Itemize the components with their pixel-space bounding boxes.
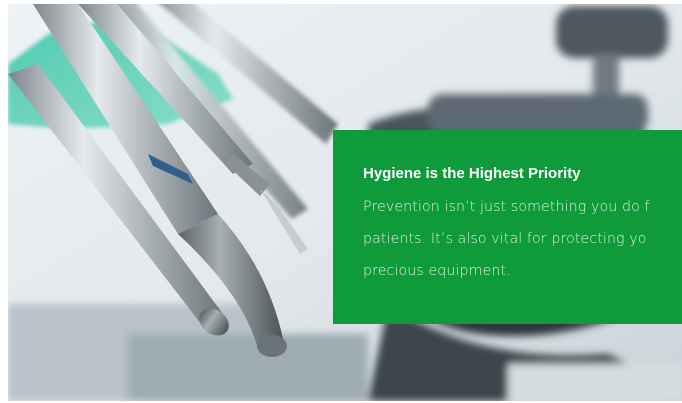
panel-body-line: Prevention isn’t just something you do f: [363, 199, 650, 215]
panel-body: Prevention isn’t just something you do f…: [363, 191, 682, 287]
page: Hygiene is the Highest Priority Preventi…: [0, 0, 682, 403]
panel-body-line: patients. It’s also vital for protecting…: [363, 231, 647, 247]
panel-body-line: precious equipment.: [363, 263, 511, 279]
info-panel: Hygiene is the Highest Priority Preventi…: [333, 130, 682, 324]
panel-heading: Hygiene is the Highest Priority: [363, 165, 581, 182]
